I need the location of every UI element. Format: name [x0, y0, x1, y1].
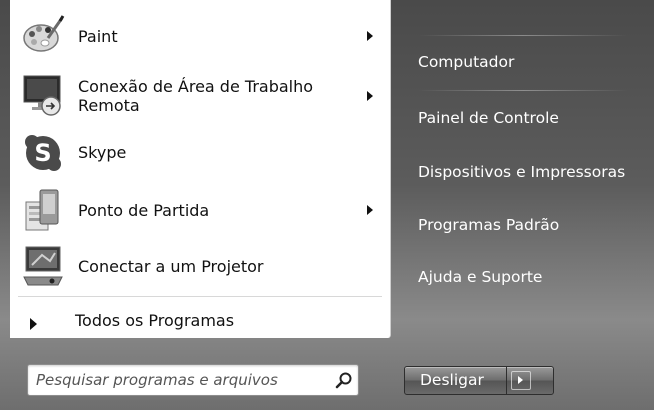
program-label: Ponto de Partida — [78, 201, 210, 220]
program-item-remote-desktop[interactable]: Conexão de Área de Trabalho Remota — [10, 66, 390, 126]
paint-palette-icon — [23, 15, 65, 52]
shutdown-options-button[interactable] — [511, 371, 531, 390]
search-icon[interactable] — [335, 371, 353, 389]
program-label: Conectar a um Projetor — [78, 257, 264, 276]
right-item-default-programs[interactable]: Programas Padrão — [418, 216, 559, 234]
separator — [18, 296, 382, 297]
divider — [506, 367, 507, 394]
divider — [418, 35, 628, 36]
program-label-line2: Remota — [78, 96, 140, 115]
programs-panel: Paint Conexão de Área de Trabalho Remota — [10, 0, 391, 338]
projector-icon — [23, 246, 63, 286]
submenu-arrow-icon[interactable] — [367, 91, 373, 101]
program-item-getting-started[interactable]: Ponto de Partida — [10, 184, 390, 236]
program-item-skype[interactable]: S Skype — [10, 128, 390, 178]
start-menu: Paint Conexão de Área de Trabalho Remota — [0, 0, 654, 410]
right-item-help-support[interactable]: Ajuda e Suporte — [418, 268, 542, 286]
getting-started-icon — [25, 189, 59, 231]
submenu-arrow-icon[interactable] — [367, 205, 373, 215]
right-item-computer[interactable]: Computador — [418, 53, 514, 71]
search-input[interactable] — [34, 369, 323, 391]
search-box[interactable] — [27, 364, 359, 396]
remote-desktop-icon — [23, 75, 61, 116]
right-item-control-panel[interactable]: Painel de Controle — [418, 109, 559, 127]
chevron-right-icon — [30, 318, 37, 330]
divider — [418, 90, 628, 91]
program-item-paint[interactable]: Paint — [10, 10, 390, 60]
program-label: Skype — [78, 143, 127, 162]
program-label-line1: Conexão de Área de Trabalho — [78, 77, 314, 96]
chevron-right-icon — [518, 376, 523, 384]
program-item-projector[interactable]: Conectar a um Projetor — [10, 240, 390, 292]
shutdown-label: Desligar — [420, 371, 484, 389]
all-programs-label: Todos os Programas — [75, 311, 235, 330]
submenu-arrow-icon[interactable] — [367, 31, 373, 41]
program-label: Paint — [78, 27, 118, 46]
svg-text:S: S — [34, 139, 51, 167]
skype-icon: S — [25, 135, 61, 171]
right-item-devices-printers[interactable]: Dispositivos e Impressoras — [418, 163, 625, 181]
shutdown-button[interactable]: Desligar — [404, 366, 554, 395]
